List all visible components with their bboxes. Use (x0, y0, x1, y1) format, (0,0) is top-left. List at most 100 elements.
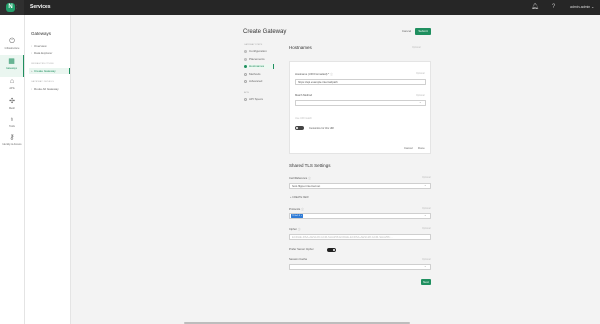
step-hostnames[interactable]: Hostnames (244, 64, 274, 69)
protocol-chip-label: TLSv1.3 (292, 215, 301, 217)
session-cache-optional: Optional (422, 259, 431, 261)
hostnames-heading: Hostnames (289, 45, 312, 50)
cert-label: Cert/Referenceⓘ (289, 176, 311, 180)
hostname-cancel-button[interactable]: Cancel (404, 146, 413, 150)
customize-toggle[interactable] (295, 126, 304, 130)
step-done-icon (244, 49, 247, 53)
chevron-down-icon[interactable]: ⌄ (424, 264, 427, 268)
step-pending-icon (244, 97, 247, 101)
infra-icon: ⏻ (9, 38, 15, 45)
remove-icon[interactable]: × (301, 215, 302, 217)
protocols-label-text: Protocols (289, 208, 301, 211)
rail-item-label: Infrastructure (4, 47, 20, 50)
match-method-optional: Optional (416, 95, 425, 97)
logo-wordmark: ≡ ≡ (16, 5, 18, 10)
cert-label-text: Cert/Reference (289, 177, 308, 180)
tls-heading: Shared TLS Settings (289, 163, 331, 168)
session-cache-select[interactable] (289, 264, 431, 270)
step-methods[interactable]: Methods (244, 72, 274, 77)
step-label: Hostnames (249, 64, 265, 68)
hostname-input[interactable]: https://api.example.internal/path (295, 79, 426, 85)
info-icon[interactable]: ⓘ (298, 228, 301, 231)
chevron-down-icon[interactable]: ⌄ (424, 213, 427, 217)
step-pending-icon (244, 79, 247, 83)
rail-item-identity[interactable]: ⚷ Identity & Access (0, 131, 24, 153)
step-api-specs[interactable]: API Specs (244, 97, 274, 102)
sidebar-item-label: Create Gateway (34, 69, 56, 73)
hostname-done-button[interactable]: Done (418, 146, 425, 150)
match-method-select[interactable] (295, 100, 426, 106)
customize-label: Customize for this URI (309, 126, 335, 130)
sidebar-item-create-gateway[interactable]: +Create Gateway (29, 68, 70, 74)
cipher-label-text: Cipher (289, 228, 297, 231)
step-label: API Specs (249, 97, 264, 101)
sidebar-item-overview[interactable]: ▫ Overview (31, 43, 69, 49)
step-label: Methods (249, 72, 261, 76)
next-button[interactable]: Next (421, 279, 431, 285)
cert-select[interactable]: host.flipper.internal.net (289, 183, 431, 189)
section-sidebar: Gateways ▫ Overview ▫ Data Explorer INFRAS… (25, 15, 71, 324)
bell-icon[interactable]: 🔔︎ (531, 4, 539, 11)
rail-item-label: Identity & Access (2, 143, 22, 146)
sidebar-item-route-all[interactable]: ▫ Route All Gateway (31, 86, 69, 92)
identity-icon: ⚷ (9, 134, 15, 141)
match-method-label: Match Method (295, 94, 313, 97)
sidebar-item-label: Route All Gateway (34, 87, 59, 91)
chevron-down-icon[interactable]: ⌄ (591, 4, 594, 9)
submit-button[interactable]: Submit (415, 28, 431, 35)
help-icon[interactable]: ? (550, 4, 557, 11)
rail-item-label: Tools (9, 125, 15, 128)
rail-item-gateways[interactable]: ▦ Gateways (0, 55, 24, 77)
user-menu[interactable]: admin-admin (570, 5, 590, 9)
global-nav-rail: ⏻ Infrastructure ▦ Gateways ⌂ APIs ✣ Mes… (0, 15, 25, 324)
create-new-link[interactable]: + CREATE NEW (290, 196, 309, 199)
info-icon[interactable]: ⓘ (301, 208, 304, 211)
api-icon: ⌂ (9, 78, 15, 85)
chevron-down-icon[interactable]: ⌄ (424, 183, 427, 187)
hostname-label-text: Hostname (URI Formatted) * (295, 73, 330, 76)
create-new-label: CREATE NEW (292, 196, 309, 199)
sidebar-item-label: Data Explorer (34, 51, 53, 55)
mesh-icon: ✣ (9, 98, 15, 105)
chevron-down-icon[interactable]: ⌄ (419, 100, 422, 104)
cipher-input[interactable]: ECDHE-RSA-AES128-GCM-SHA256:ECDHE-ECDSA-… (289, 234, 431, 240)
prefer-cipher-toggle[interactable] (327, 248, 336, 252)
info-icon[interactable]: ⓘ (308, 177, 311, 180)
step-done-icon (244, 57, 247, 61)
sidebar-item-data-explorer[interactable]: ▫ Data Explorer (31, 50, 69, 56)
step-current-icon (244, 64, 247, 68)
sidebar-item-label: Overview (34, 44, 47, 48)
logo-area[interactable]: N ≡ ≡ (0, 0, 24, 15)
step-advanced[interactable]: Advanced (244, 79, 274, 84)
info-icon[interactable]: ⓘ (330, 73, 333, 76)
step-placements[interactable]: Placements (244, 57, 274, 62)
rail-item-label: APIs (9, 87, 15, 90)
hostnames-optional: Optional (412, 47, 421, 49)
rail-item-apis[interactable]: ⌂ APIs (0, 75, 24, 97)
protocol-chip[interactable]: TLSv1.3 × (291, 214, 304, 218)
gateway-icon: ▦ (8, 58, 15, 65)
app-title: Services (30, 4, 51, 10)
sidebar-title: Gateways (31, 31, 52, 36)
steps-section-heading: APIS (244, 92, 249, 94)
step-configuration[interactable]: Configuration (244, 49, 274, 54)
cipher-optional: Optional (422, 228, 431, 230)
tools-icon: ♁ (9, 116, 15, 123)
rail-item-infrastructure[interactable]: ⏻ Infrastructure (0, 35, 24, 57)
protocols-select[interactable] (289, 213, 431, 219)
sidebar-section-heading: INFRASTRUCTURE (31, 63, 54, 65)
rail-item-label: Mesh (8, 107, 16, 110)
cipher-label: Cipherⓘ (289, 227, 300, 231)
steps-section-heading: GATEWAY STEPS (244, 44, 263, 46)
top-bar: N ≡ ≡ Services 🔔︎ ? admin-admin ⌄ (0, 0, 600, 15)
horizontal-scrollbar[interactable] (184, 322, 410, 324)
hostname-label: Hostname (URI Formatted) *ⓘ (295, 72, 333, 76)
app-logo: N (6, 3, 15, 12)
protocols-label: Protocolsⓘ (289, 207, 304, 211)
step-label: Placements (249, 57, 265, 61)
rail-item-label: Gateways (5, 67, 18, 70)
cert-optional: Optional (422, 177, 431, 179)
step-label: Configuration (249, 49, 267, 53)
cancel-button[interactable]: Cancel (399, 28, 414, 35)
hostname-optional: Optional (416, 73, 425, 75)
